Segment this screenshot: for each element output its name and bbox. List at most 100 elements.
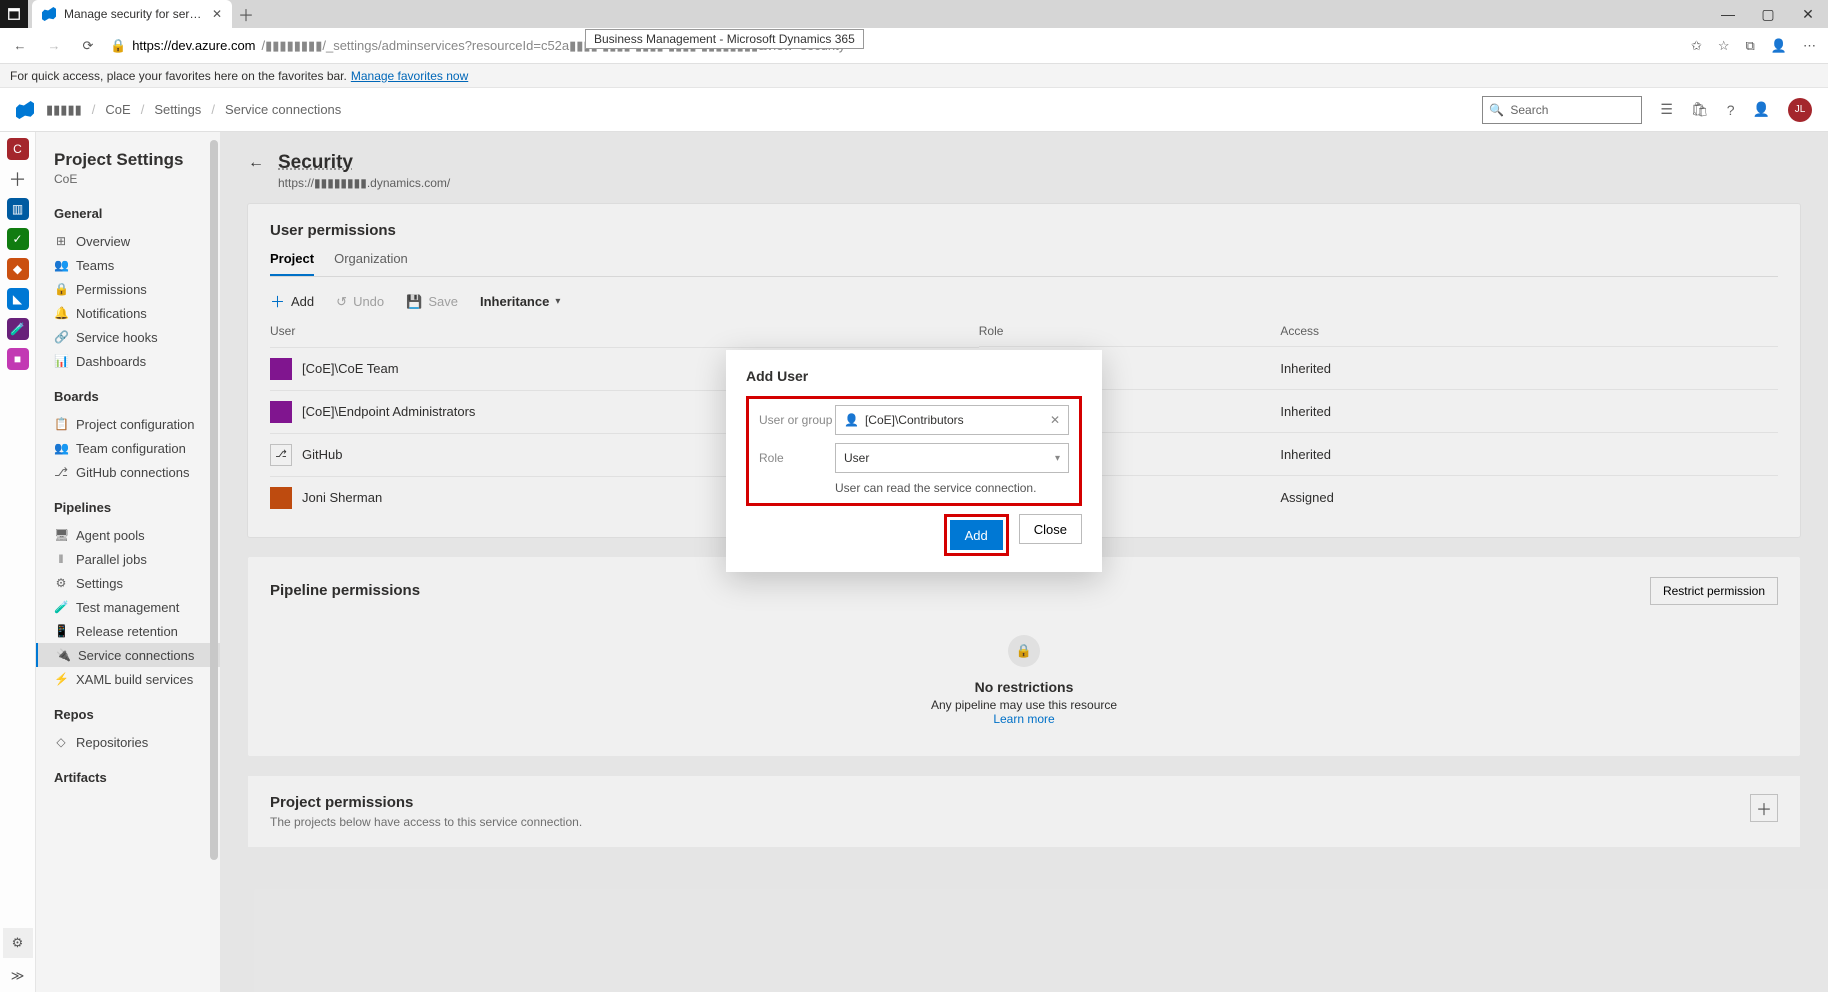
addressbar: ← → ⟳ 🔒 https://dev.azure.com/▮▮▮▮▮▮▮▮/_… <box>0 28 1828 64</box>
breadcrumb-item[interactable]: CoE <box>105 102 130 117</box>
sidebar-item[interactable]: ‖Parallel jobs <box>54 547 220 571</box>
profile-icon[interactable]: 👤 <box>1771 38 1787 54</box>
rail-item-6[interactable]: ■ <box>7 348 29 370</box>
azure-devops-icon <box>42 7 56 21</box>
sidebar-item-label: Team configuration <box>76 441 186 456</box>
sidebar-item[interactable]: ◇Repositories <box>54 730 220 754</box>
sidebar-item-icon: 🔌 <box>56 648 70 662</box>
sidebar-item[interactable]: ⊞Overview <box>54 229 220 253</box>
rail-item-4[interactable]: ◣ <box>7 288 29 310</box>
rail-item-3[interactable]: ◆ <box>7 258 29 280</box>
breadcrumb-item[interactable]: Service connections <box>225 102 341 117</box>
favorites-hint: For quick access, place your favorites h… <box>10 69 347 83</box>
sidebar-item-icon: 📊 <box>54 354 68 368</box>
sidebar-title: Project Settings <box>54 150 220 170</box>
sidebar-item[interactable]: ⚡ XAML build services <box>54 667 220 691</box>
search-placeholder: Search <box>1510 103 1548 117</box>
user-avatar[interactable]: JL <box>1788 98 1812 122</box>
sidebar-item-icon: 👥 <box>54 258 68 272</box>
breadcrumb: ▮▮▮▮▮/CoE/Settings/Service connections <box>46 102 341 118</box>
nav-forward-button[interactable]: → <box>42 34 66 58</box>
reading-view-icon[interactable]: ✩ <box>1691 38 1702 54</box>
header-search[interactable]: 🔍 Search <box>1482 96 1642 124</box>
sidebar-item-label: Repositories <box>76 735 148 750</box>
rail-item-1[interactable]: ▥ <box>7 198 29 220</box>
sidebar-item-icon: ⊞ <box>54 234 68 248</box>
rail-project-icon[interactable]: C <box>7 138 29 160</box>
clear-icon[interactable]: ✕ <box>1050 413 1060 427</box>
sidebar-item-label: Agent pools <box>76 528 145 543</box>
sidebar-item-label: GitHub connections <box>76 465 189 480</box>
role-dropdown[interactable]: User ▾ <box>835 443 1069 473</box>
sidebar-item-label: Release retention <box>76 624 178 639</box>
rail-collapse-button[interactable]: ≫ <box>11 968 25 984</box>
sidebar-item[interactable]: 🔗Service hooks <box>54 325 220 349</box>
chevron-down-icon: ▾ <box>1055 453 1060 464</box>
sidebar-item[interactable]: 🔔 Notifications <box>54 301 220 325</box>
sidebar-section: Repos <box>54 707 220 722</box>
dialog-title: Add User <box>746 368 1082 384</box>
nav-back-button[interactable]: ← <box>8 34 32 58</box>
sidebar-item[interactable]: 📋Project configuration <box>54 412 220 436</box>
settings-menu-icon[interactable]: ⋯ <box>1803 38 1816 54</box>
breadcrumb-item[interactable]: Settings <box>154 102 201 117</box>
sidebar-section: Boards <box>54 389 220 404</box>
address-field[interactable]: 🔒 https://dev.azure.com/▮▮▮▮▮▮▮▮/_settin… <box>110 38 1681 54</box>
sidebar-item-icon: 🔔 <box>54 306 68 320</box>
sidebar-item-icon: ⚡ <box>54 672 68 686</box>
sidebar-item[interactable]: ⎇ GitHub connections <box>54 460 220 484</box>
azure-devops-logo[interactable] <box>16 101 34 119</box>
sidebar-section: Artifacts <box>54 770 220 785</box>
list-icon[interactable]: ☰ <box>1660 101 1673 118</box>
sidebar-project: CoE <box>54 172 220 186</box>
rail-add-button[interactable]: ＋ <box>7 168 29 190</box>
rail-item-5[interactable]: 🧪 <box>7 318 29 340</box>
collections-icon[interactable]: ⧉ <box>1746 38 1755 54</box>
nav-refresh-button[interactable]: ⟳ <box>76 34 100 58</box>
manage-favorites-link[interactable]: Manage favorites now <box>351 69 468 83</box>
sidebar-section: General <box>54 206 220 221</box>
window-close-button[interactable]: ✕ <box>1788 0 1828 28</box>
sidebar-item-label: Notifications <box>76 306 147 321</box>
left-rail: C ＋ ▥ ✓ ◆ ◣ 🧪 ■ ⚙ ≫ <box>0 132 36 992</box>
user-settings-icon[interactable]: 👤 <box>1753 101 1770 118</box>
window-maximize-button[interactable]: ▢ <box>1748 0 1788 28</box>
rail-item-2[interactable]: ✓ <box>7 228 29 250</box>
dialog-add-button[interactable]: Add <box>950 520 1003 550</box>
sidebar-item[interactable]: 👥Teams <box>54 253 220 277</box>
browser-tab[interactable]: Manage security for service con ✕ <box>32 0 232 28</box>
sidebar-item[interactable]: ⚙Settings <box>54 571 220 595</box>
window-minimize-button[interactable]: — <box>1708 0 1748 28</box>
role-label: Role <box>759 451 835 465</box>
sidebar-item[interactable]: 🧪Test management <box>54 595 220 619</box>
user-group-field[interactable]: 👤 [CoE]\Contributors ✕ <box>835 405 1069 435</box>
favorite-icon[interactable]: ☆ <box>1718 38 1730 54</box>
tab-close-icon[interactable]: ✕ <box>212 7 222 21</box>
sidebar-item[interactable]: 📱 Release retention <box>54 619 220 643</box>
titlebar: Manage security for service con ✕ ＋ — ▢ … <box>0 0 1828 28</box>
sidebar-item-icon: ‖ <box>54 552 68 566</box>
sidebar-item-icon: ⎇ <box>54 465 68 479</box>
browser-app-icon[interactable] <box>0 0 28 28</box>
hover-tooltip: Business Management - Microsoft Dynamics… <box>585 29 864 49</box>
dialog-close-button[interactable]: Close <box>1019 514 1082 544</box>
sidebar-item-icon: 📱 <box>54 624 68 638</box>
lock-icon: 🔒 <box>110 38 126 54</box>
sidebar-item-label: XAML build services <box>76 672 193 687</box>
sidebar-item[interactable]: 🖥Agent pools <box>54 523 220 547</box>
sidebar-item-label: Permissions <box>76 282 147 297</box>
tab-title: Manage security for service con <box>64 7 204 21</box>
sidebar-section: Pipelines <box>54 500 220 515</box>
new-tab-button[interactable]: ＋ <box>232 2 260 26</box>
sidebar-item[interactable]: 📊Dashboards <box>54 349 220 373</box>
breadcrumb-item[interactable]: ▮▮▮▮▮ <box>46 102 82 118</box>
url-host: https://dev.azure.com <box>132 38 255 53</box>
marketplace-icon[interactable]: 🛍 <box>1691 101 1709 118</box>
sidebar-item[interactable]: 👥 Team configuration <box>54 436 220 460</box>
sidebar-item-icon: 🔗 <box>54 330 68 344</box>
sidebar-item[interactable]: 🔒Permissions <box>54 277 220 301</box>
sidebar-item-icon: 👥 <box>54 441 68 455</box>
sidebar-item[interactable]: 🔌Service connections <box>36 643 220 667</box>
help-icon[interactable]: ? <box>1727 102 1735 118</box>
rail-settings-button[interactable]: ⚙ <box>3 928 33 958</box>
